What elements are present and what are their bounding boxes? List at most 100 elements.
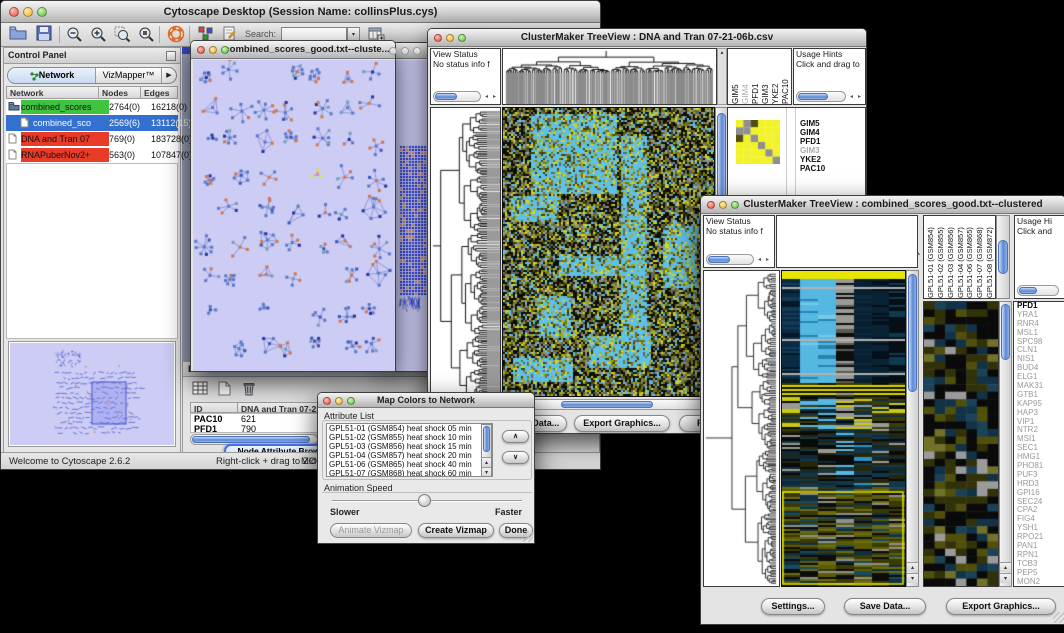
column-label[interactable]: PFD1 [751, 52, 761, 104]
scroll-down-icon[interactable]: ▾ [907, 573, 918, 583]
attribute-list-item[interactable]: GPL51-07 (GSM868) heat shock 60 min [327, 469, 481, 477]
column-label[interactable]: GIM3 [761, 52, 771, 104]
scroll-right-icon[interactable]: ▸ [855, 93, 864, 102]
move-up-button[interactable]: ∧ [502, 430, 529, 443]
save-session-icon[interactable] [33, 25, 55, 45]
column-dendrogram-canvas[interactable] [503, 49, 716, 104]
animate-vizmap-button[interactable]: Animate Vizmap [330, 523, 412, 538]
view-status-hscrollbar[interactable] [706, 254, 754, 265]
scroll-down-icon[interactable]: ▾ [482, 467, 491, 477]
row-dendrogram-canvas[interactable] [704, 271, 779, 586]
zoom-window-icon[interactable] [413, 47, 421, 55]
table-cell[interactable]: PAC10 [194, 414, 222, 424]
close-icon[interactable] [707, 201, 715, 209]
col-header-nodes[interactable]: Nodes [98, 86, 141, 99]
resize-grip[interactable] [1053, 612, 1064, 623]
usage-hints-hscrollbar[interactable] [796, 91, 846, 102]
minimize-icon[interactable] [719, 201, 727, 209]
zoom-fit-icon[interactable] [135, 25, 157, 45]
network-list-row[interactable]: RNAPuberNov2+563(0)107847(0) [6, 147, 178, 163]
treeview1-title-bar[interactable]: ClusterMaker TreeView : DNA and Tran 07-… [428, 29, 866, 47]
scroll-down-icon[interactable]: ▾ [1000, 573, 1011, 583]
attribute-list-item[interactable]: GPL51-04 (GSM857) heat shock 20 min [327, 451, 481, 460]
attribute-list-item[interactable]: GPL51-03 (GSM856) heat shock 15 min [327, 442, 481, 451]
table-cell[interactable]: PFD1 [194, 424, 217, 434]
table-cell[interactable]: 790 [241, 424, 256, 434]
treeview1-button-export-graphics[interactable]: Export Graphics... [574, 415, 670, 432]
column-label[interactable]: GIM4 [741, 52, 751, 104]
attribute-list-item[interactable]: GPL51-06 (GSM865) heat shock 40 min [327, 460, 481, 469]
zoom-selected-icon[interactable] [111, 25, 133, 45]
network-view-canvas[interactable] [193, 60, 395, 371]
attribute-list-vscrollbar[interactable]: ▴ ▾ [481, 424, 492, 476]
zoom-window-icon[interactable] [221, 46, 229, 54]
zoom-panel-vscrollbar[interactable]: ▴ ▾ [999, 301, 1012, 587]
gene-label[interactable]: GIM5 [800, 119, 825, 128]
column-scroll-gutter[interactable]: ▴ [717, 48, 727, 105]
network-overview-canvas[interactable] [10, 343, 174, 445]
column-label[interactable]: GPL51-08 (GSM872) [985, 218, 995, 298]
new-attribute-icon[interactable] [213, 381, 235, 401]
gene-list-item[interactable]: MON2 [1014, 578, 1064, 587]
column-label[interactable]: GPL51-04 (GSM857) [956, 218, 966, 298]
table-cell[interactable]: 621 [241, 414, 256, 424]
column-label[interactable]: GPL51-06 (GSM865) [965, 218, 975, 298]
treeview2-button-save-data[interactable]: Save Data... [844, 598, 926, 615]
column-labels-vscrollbar[interactable] [996, 215, 1010, 299]
attribute-listbox[interactable]: GPL51-01 (GSM854) heat shock 05 min GPL51… [326, 423, 493, 477]
tab-overflow-arrow-icon[interactable]: ▶ [162, 68, 176, 83]
gene-label[interactable]: PFD1 [800, 137, 825, 146]
treeview2-column-dendrogram-panel[interactable] [776, 215, 918, 268]
close-icon[interactable] [9, 7, 19, 17]
row-dendrogram-canvas[interactable] [431, 108, 500, 406]
tab-network[interactable]: Network [8, 68, 96, 83]
column-label[interactable]: GPL51-02 (GSM855) [936, 218, 946, 298]
delete-attribute-icon[interactable] [237, 381, 259, 401]
heatmap-canvas[interactable] [782, 271, 905, 586]
help-lifering-icon[interactable] [165, 25, 187, 45]
scroll-right-icon[interactable]: ▸ [763, 256, 772, 265]
gene-label[interactable]: YKE2 [800, 155, 825, 164]
usage-hints-hscrollbar[interactable] [1017, 285, 1059, 296]
scroll-up-icon[interactable]: ▴ [1000, 562, 1011, 572]
network-list-row[interactable]: combined_scores2764(0)16218(0) [6, 99, 178, 115]
column-label[interactable]: GPL51-07 (GSM868) [975, 218, 985, 298]
treeview2-vscrollbar[interactable]: ▴ ▾ [906, 270, 919, 587]
col-header-edges[interactable]: Edges [140, 86, 178, 99]
network-list-row[interactable]: combined_sco2569(6)13112(15) [6, 115, 178, 131]
float-panel-icon[interactable] [166, 51, 176, 61]
treeview2-title-bar[interactable]: ClusterMaker TreeView : combined_scores_… [701, 196, 1064, 214]
zoom-heatmap-canvas[interactable] [924, 302, 998, 586]
zoom-window-icon[interactable] [458, 34, 466, 42]
minimize-icon[interactable] [209, 46, 217, 54]
minimize-icon[interactable] [401, 47, 409, 55]
select-attributes-icon[interactable] [189, 381, 211, 401]
resize-grip[interactable] [522, 531, 533, 542]
close-icon[interactable] [389, 47, 397, 55]
gene-label[interactable]: PAC10 [800, 164, 825, 173]
column-label[interactable]: PAC10 [781, 52, 791, 104]
speed-slider-thumb[interactable] [418, 494, 431, 507]
gene-label[interactable]: GIM4 [800, 128, 825, 137]
view-status-hscrollbar[interactable] [433, 91, 481, 102]
treeview2-button-export-graphics[interactable]: Export Graphics... [946, 598, 1056, 615]
network-list-row[interactable]: DNA and Tran 07769(0)183728(0) [6, 131, 178, 147]
dialog-title-bar[interactable]: Map Colors to Network [318, 393, 534, 408]
column-label[interactable]: YKE2 [771, 52, 781, 104]
scroll-up-icon[interactable]: ▴ [482, 457, 491, 467]
treeview2-button-settings[interactable]: Settings... [761, 598, 825, 615]
open-session-icon[interactable] [7, 25, 29, 45]
cluster-thumbnail-canvas[interactable] [736, 120, 780, 164]
close-icon[interactable] [434, 34, 442, 42]
scroll-right-icon[interactable]: ▸ [490, 93, 499, 102]
minimize-icon[interactable] [446, 34, 454, 42]
attribute-list-item[interactable]: GPL51-01 (GSM854) heat shock 05 min [327, 424, 481, 433]
column-label[interactable]: GPL51-03 (GSM856) [946, 218, 956, 298]
column-label[interactable]: GIM5 [731, 52, 741, 104]
column-label[interactable]: GPL51-01 (GSM854) [926, 218, 936, 298]
zoom-window-icon[interactable] [37, 7, 47, 17]
main-title-bar[interactable]: Cytoscape Desktop (Session Name: collins… [1, 1, 600, 23]
create-vizmap-button[interactable]: Create Vizmap [418, 523, 494, 538]
zoom-in-icon[interactable] [87, 25, 109, 45]
move-down-button[interactable]: ∨ [502, 451, 529, 464]
